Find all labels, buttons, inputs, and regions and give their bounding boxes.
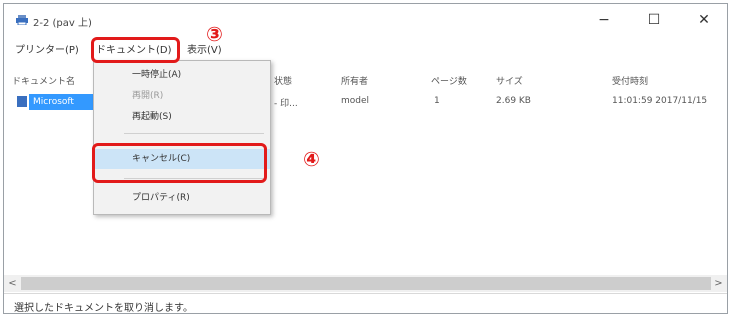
step-4-marker: ④ [303, 147, 320, 171]
size-cell: 2.69 KB [496, 96, 531, 106]
menu-separator [124, 133, 264, 134]
scroll-thumb[interactable] [21, 277, 711, 290]
annotation-box-cancel [92, 143, 267, 183]
annotation-box-document-menu [91, 37, 180, 63]
horizontal-scrollbar[interactable]: < > [4, 275, 727, 292]
menu-item-pause[interactable]: 一時停止(A) [94, 65, 270, 85]
menu-item-properties[interactable]: プロパティ(R) [94, 188, 270, 208]
scroll-right-arrow[interactable]: > [710, 275, 727, 292]
document-menu-dropdown: 一時停止(A) 再開(R) 再起動(S) キャンセル(C) プロパティ(R) [93, 60, 271, 215]
close-button[interactable]: ✕ [684, 8, 724, 32]
owner-cell: model [341, 96, 370, 106]
document-icon [17, 96, 27, 107]
document-name-cell[interactable]: Microsoft [29, 94, 94, 110]
header-document-name[interactable]: ドキュメント名 [12, 74, 75, 87]
title-bar: 2-2 (pav 上) − ☐ ✕ [4, 4, 727, 34]
minimize-button[interactable]: − [584, 8, 624, 32]
window-title: 2-2 (pav 上) [33, 18, 92, 29]
maximize-button[interactable]: ☐ [634, 8, 674, 32]
step-3-marker: ③ [206, 22, 223, 46]
header-submitted[interactable]: 受付時刻 [612, 74, 648, 87]
printer-icon [16, 15, 28, 25]
status-bar: 選択したドキュメントを取り消します。 [4, 293, 727, 315]
menu-item-resume: 再開(R) [132, 91, 164, 101]
header-pages[interactable]: ページ数 [431, 74, 467, 87]
pages-cell: 1 [434, 96, 440, 106]
status-cell: - 印... [274, 99, 298, 109]
menu-printer[interactable]: プリンター(P) [15, 41, 79, 56]
scroll-left-arrow[interactable]: < [4, 275, 21, 292]
header-size[interactable]: サイズ [496, 74, 523, 87]
header-status[interactable]: 状態 [274, 74, 292, 87]
menu-item-restart[interactable]: 再起動(S) [94, 107, 270, 127]
submitted-cell: 11:01:59 2017/11/15 [612, 96, 708, 106]
header-owner[interactable]: 所有者 [341, 74, 368, 87]
status-text: 選択したドキュメントを取り消します。 [14, 303, 193, 314]
